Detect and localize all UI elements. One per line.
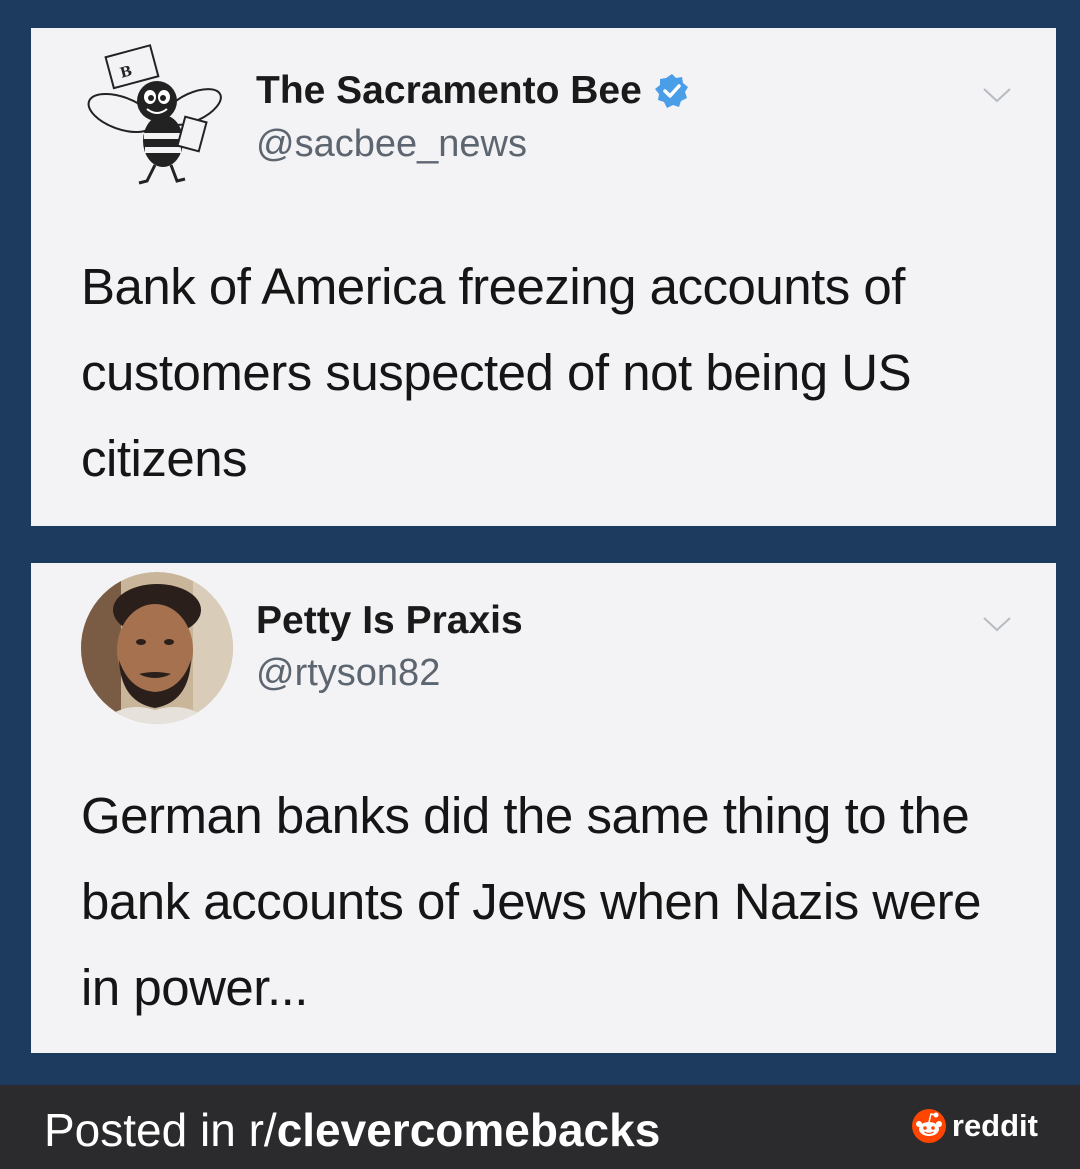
tweet-author-handle[interactable]: @sacbee_news bbox=[256, 123, 527, 166]
reddit-snoo-icon bbox=[911, 1109, 946, 1143]
sacbee-avatar-bee-logo[interactable]: B bbox=[81, 41, 233, 193]
reddit-footer-bar: Posted in r/clevercomebacks reddit bbox=[0, 1085, 1080, 1169]
author-name-text[interactable]: The Sacramento Bee bbox=[256, 69, 642, 113]
reddit-wordmark: reddit bbox=[951, 1108, 1038, 1143]
verified-badge-icon bbox=[654, 73, 690, 109]
tweet-text: German banks did the same thing to the b… bbox=[81, 787, 981, 1016]
tweet-card-sacbee: B The Sacramento Bee @sacbee_news Bank o… bbox=[31, 28, 1056, 526]
tweet-author-handle[interactable]: @rtyson82 bbox=[256, 652, 440, 695]
reddit-logo[interactable]: reddit bbox=[911, 1108, 1038, 1144]
subreddit-name[interactable]: clevercomebacks bbox=[277, 1104, 661, 1156]
tweet-card-reply: Petty Is Praxis @rtyson82 German banks d… bbox=[31, 563, 1056, 1053]
chevron-down-icon[interactable] bbox=[982, 615, 1012, 633]
posted-prefix-text: Posted in r/ bbox=[44, 1104, 277, 1156]
posted-in-label[interactable]: Posted in r/clevercomebacks bbox=[44, 1103, 660, 1157]
rtyson82-avatar-photo[interactable] bbox=[81, 572, 233, 724]
chevron-down-icon[interactable] bbox=[982, 86, 1012, 104]
author-name-text[interactable]: Petty Is Praxis bbox=[256, 599, 523, 643]
tweet-author-name[interactable]: The Sacramento Bee bbox=[256, 69, 690, 113]
tweet-author-name[interactable]: Petty Is Praxis bbox=[256, 599, 523, 643]
tweet-text: Bank of America freezing accounts of cus… bbox=[81, 258, 912, 487]
